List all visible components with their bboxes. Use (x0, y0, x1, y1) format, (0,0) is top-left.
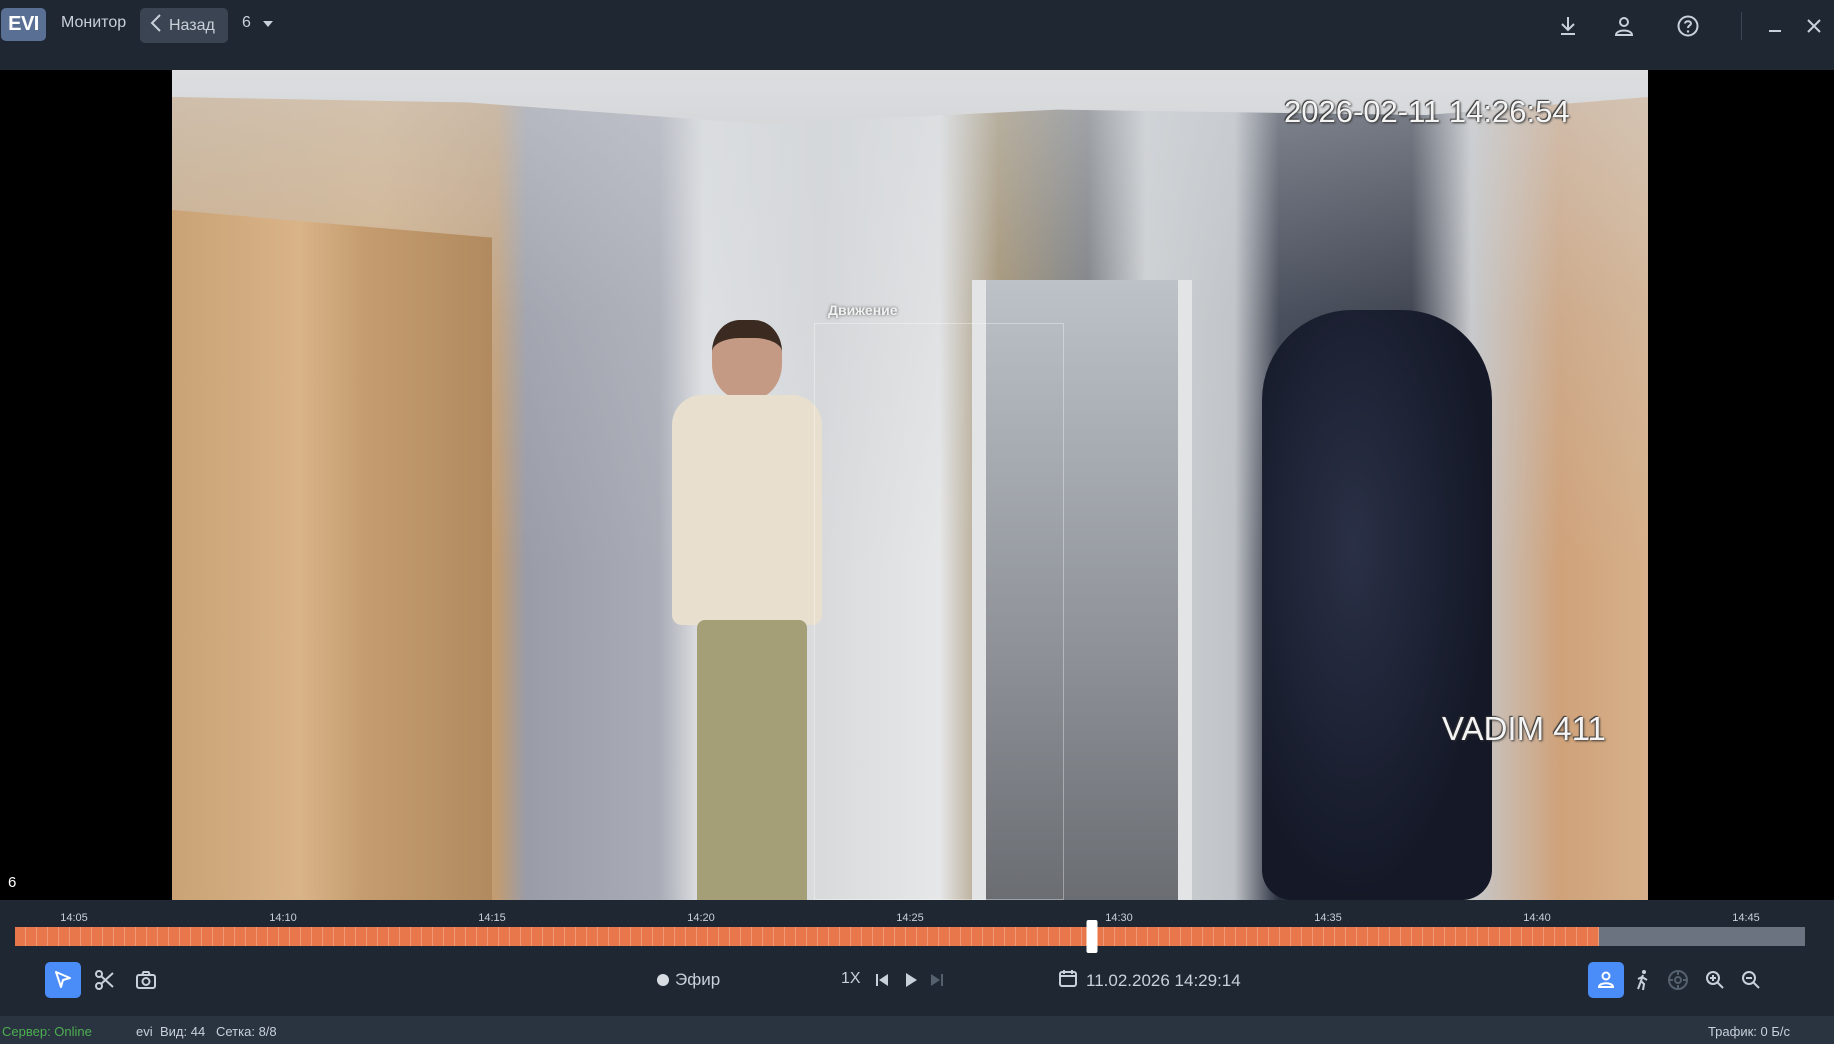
calendar-icon (1058, 968, 1078, 993)
timeline-tick-label: 14:30 (1105, 912, 1133, 924)
timeline-tick-label: 14:20 (687, 912, 715, 924)
timeline-tick-label: 14:40 (1523, 912, 1551, 924)
server-status: Сервер: Online (2, 1024, 92, 1039)
scissors-icon[interactable] (87, 962, 123, 998)
skip-forward-icon[interactable] (919, 962, 955, 998)
user-icon[interactable] (1612, 14, 1636, 38)
traffic-info: Трафик: 0 Б/с (1707, 1024, 1790, 1039)
monitor-link[interactable]: Монитор (61, 14, 126, 32)
view-number: 6 (242, 14, 251, 31)
motion-label: Движение (828, 302, 898, 318)
status-bar: Сервер: Online evi Вид: 44 Сетка: 8/8 Тр… (0, 1016, 1834, 1044)
live-label: Эфир (675, 970, 721, 989)
timeline-tick-label: 14:15 (478, 912, 506, 924)
minimize-icon[interactable] (1763, 14, 1787, 38)
app-logo[interactable]: EVI (1, 8, 46, 41)
divider (1741, 12, 1742, 40)
zoom-in-icon[interactable] (1697, 962, 1733, 998)
cell-number: 6 (8, 874, 17, 891)
camera-snapshot-icon[interactable] (128, 962, 164, 998)
select-tool-button[interactable] (45, 962, 81, 998)
view-info: Вид: 44 (160, 1024, 206, 1039)
back-button-label: Назад (169, 16, 215, 34)
datetime-picker[interactable]: 11.02.2026 14:29:14 (1058, 968, 1241, 993)
download-icon[interactable] (1556, 14, 1580, 38)
chevron-left-icon (150, 14, 162, 37)
zoom-out-icon[interactable] (1733, 962, 1769, 998)
timeline-tick-label: 14:25 (896, 912, 924, 924)
motion-walker-icon[interactable] (1625, 962, 1661, 998)
view-select[interactable]: 6 (242, 14, 273, 32)
datetime-value: 11.02.2026 14:29:14 (1086, 970, 1241, 990)
grid-info: Сетка: 8/8 (216, 1024, 277, 1039)
current-user: evi (136, 1024, 153, 1039)
timeline-marks (15, 927, 1805, 946)
timeline-tick-label: 14:05 (60, 912, 88, 924)
scene-wardrobe (172, 210, 492, 900)
motion-detection-box (814, 323, 1064, 900)
camera-video[interactable]: Движение 2026-02-11 14:26:54 VADIM 411 (172, 70, 1648, 900)
live-button[interactable]: Эфир (657, 970, 720, 990)
timeline-tick-label: 14:10 (269, 912, 297, 924)
person-filter-button[interactable] (1588, 962, 1624, 998)
timeline[interactable]: 14:05 14:10 14:15 14:20 14:25 14:30 14:35 14:40… (0, 900, 1834, 960)
timeline-tick-label: 14:35 (1314, 912, 1342, 924)
timeline-track[interactable] (15, 927, 1805, 946)
osd-camera-name: VADIM 411 (1442, 710, 1606, 747)
live-dot-icon (657, 974, 669, 986)
ptz-icon[interactable] (1660, 962, 1696, 998)
timeline-empty-range (1599, 927, 1805, 946)
close-icon[interactable] (1802, 14, 1826, 38)
video-cell[interactable]: Движение 2026-02-11 14:26:54 VADIM 411 6 (0, 70, 1834, 900)
timeline-cursor[interactable] (1086, 920, 1098, 953)
top-bar: EVI Монитор Назад 6 (0, 0, 1834, 54)
back-button[interactable]: Назад (140, 8, 228, 43)
scene-person (652, 320, 822, 900)
speed-button[interactable]: 1X (841, 970, 861, 988)
chevron-down-icon (262, 14, 273, 32)
playback-controls: Эфир 1X 11.02.2026 14:29:14 (0, 960, 1834, 1016)
help-icon[interactable] (1676, 14, 1700, 38)
timeline-tick-label: 14:45 (1732, 912, 1760, 924)
osd-timestamp: 2026-02-11 14:26:54 (1284, 94, 1570, 129)
scene-jackets (1262, 310, 1492, 900)
